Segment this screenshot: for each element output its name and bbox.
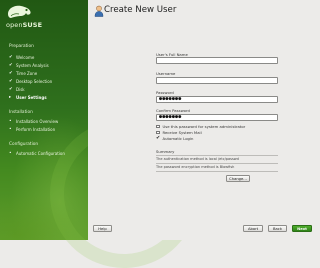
help-button[interactable]: Help bbox=[93, 225, 112, 232]
main-panel: Create New User User's Full Name Usernam… bbox=[88, 0, 320, 240]
step-time-zone: ✔ Time Zone bbox=[9, 70, 38, 76]
back-button[interactable]: Back bbox=[268, 225, 287, 232]
checkmark-icon: ✔ bbox=[9, 70, 13, 76]
opensuse-logo: openSUSE bbox=[6, 4, 42, 36]
step-disk: ✔ Disk bbox=[9, 86, 25, 92]
user-icon bbox=[94, 5, 104, 17]
checkmark-icon: ✔ bbox=[9, 78, 13, 84]
section-title-configuration: Configuration bbox=[9, 142, 39, 147]
summary-divider-bottom bbox=[156, 171, 278, 172]
bullet-icon: • bbox=[9, 150, 12, 156]
username-field[interactable] bbox=[156, 77, 278, 84]
checkmark-icon: ✔ bbox=[9, 54, 13, 60]
page-title: Create New User bbox=[104, 5, 177, 15]
summary-heading: Summary bbox=[156, 149, 175, 154]
section-title-installation: Installation bbox=[9, 110, 33, 115]
arrow-right-icon: ▸ bbox=[9, 94, 12, 100]
username-label: Username bbox=[156, 71, 176, 76]
abort-button[interactable]: Abort bbox=[243, 225, 263, 232]
checkbox-checked-icon[interactable]: ✔ bbox=[156, 136, 160, 141]
confirm-password-field[interactable]: ●●●●●●● bbox=[156, 114, 278, 121]
chameleon-icon bbox=[8, 5, 31, 18]
receive-mail-checkbox[interactable]: Receive System Mail bbox=[156, 130, 202, 135]
full-name-field[interactable] bbox=[156, 57, 278, 64]
use-for-admin-label: Use this password for system administrat… bbox=[162, 124, 246, 129]
autologin-checkbox[interactable]: ✔ Automatic Login bbox=[156, 136, 193, 141]
auth-method-text: The authentication method is local /etc/… bbox=[156, 157, 239, 161]
summary-divider-mid bbox=[156, 163, 278, 164]
password-label: Password bbox=[156, 90, 174, 95]
checkmark-icon: ✔ bbox=[9, 62, 13, 68]
step-perform-installation: • Perform Installation bbox=[9, 126, 56, 132]
checkbox-unchecked-icon[interactable] bbox=[156, 124, 160, 129]
confirm-password-label: Confirm Password bbox=[156, 108, 190, 113]
bullet-icon: • bbox=[9, 126, 12, 132]
receive-mail-label: Receive System Mail bbox=[162, 130, 202, 135]
use-for-admin-checkbox[interactable]: Use this password for system administrat… bbox=[156, 124, 245, 129]
next-button[interactable]: Next bbox=[292, 225, 312, 232]
checkmark-icon: ✔ bbox=[9, 86, 13, 92]
installer-sidebar: openSUSE Preparation ✔ Welcome ✔ System An… bbox=[0, 0, 198, 268]
checkbox-unchecked-icon[interactable] bbox=[156, 130, 160, 135]
summary-divider-top bbox=[156, 155, 278, 156]
section-title-preparation: Preparation bbox=[9, 44, 34, 49]
change-button[interactable]: Change... bbox=[226, 175, 250, 182]
step-welcome: ✔ Welcome bbox=[9, 54, 35, 60]
step-user-settings: ▸ User Settings bbox=[9, 94, 47, 100]
bullet-icon: • bbox=[9, 118, 12, 124]
logo-wordmark: openSUSE bbox=[6, 21, 43, 29]
step-automatic-configuration: • Automatic Configuration bbox=[9, 150, 65, 156]
step-installation-overview: • Installation Overview bbox=[9, 118, 59, 124]
step-desktop-selection: ✔ Desktop Selection bbox=[9, 78, 53, 84]
encryption-method-text: The password encryption method is Blowfi… bbox=[156, 165, 235, 169]
step-system-analysis: ✔ System Analysis bbox=[9, 62, 49, 68]
autologin-label: Automatic Login bbox=[162, 136, 194, 141]
password-field[interactable]: ●●●●●●● bbox=[156, 96, 278, 103]
